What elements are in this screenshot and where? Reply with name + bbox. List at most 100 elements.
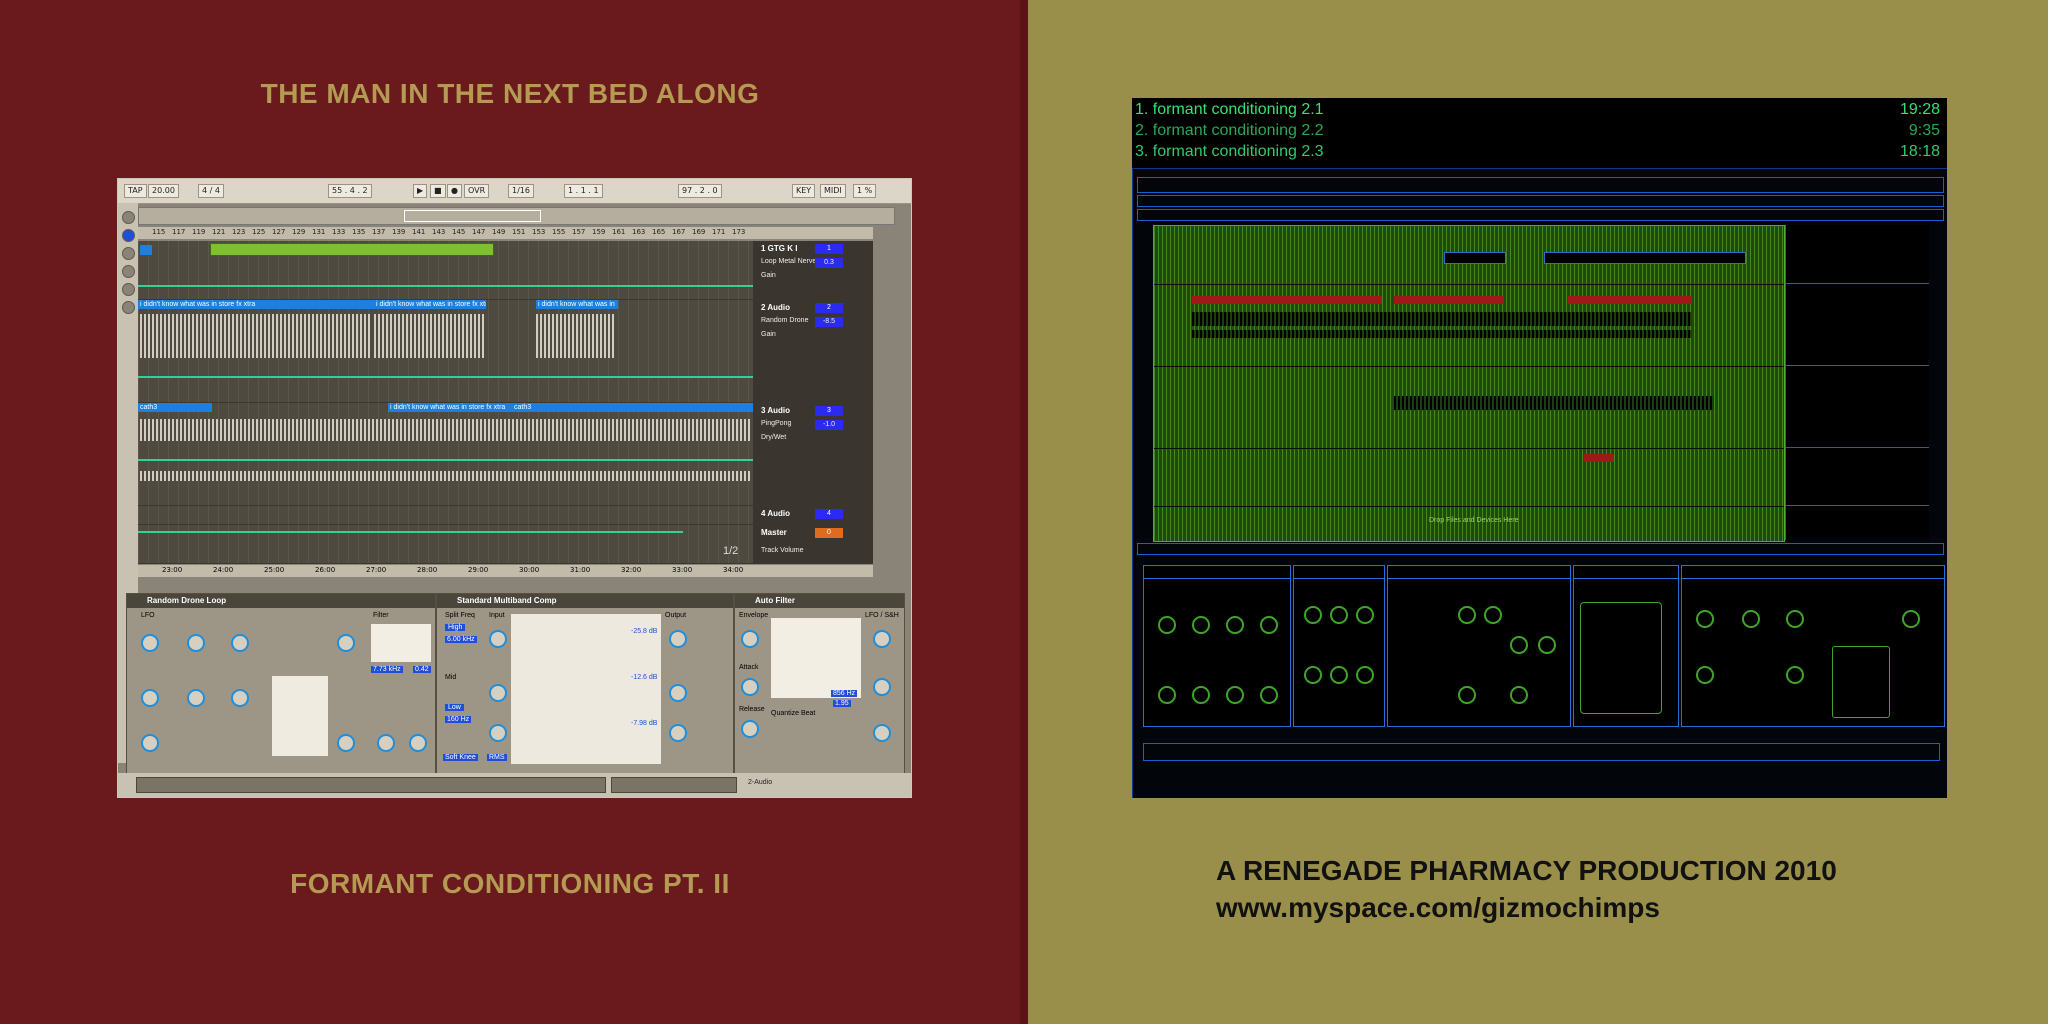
release-knob[interactable] [741, 720, 759, 738]
transport-toolbar[interactable] [1137, 177, 1944, 193]
time-signature-field[interactable]: 4 / 4 [198, 184, 224, 198]
automation-line[interactable] [138, 459, 753, 461]
lfo-amount-knob[interactable] [873, 630, 891, 648]
arrangement-overview[interactable] [138, 207, 895, 225]
time-ruler[interactable]: 23:00 24:00 25:00 26:00 27:00 28:00 29:00 30:00… [138, 565, 873, 577]
quantize-field[interactable]: 1/16 [508, 184, 534, 198]
device-random-drone-loop[interactable]: Random Drone Loop LFO Filter 7.73 kHz 0.… [126, 593, 436, 775]
website-link[interactable]: www.myspace.com/gizmochimps [1216, 892, 1660, 924]
xy-pad[interactable] [272, 676, 328, 756]
macro-knob[interactable] [1192, 686, 1210, 704]
rate-knob[interactable] [1458, 606, 1476, 624]
chain-display[interactable] [1580, 602, 1662, 714]
gain-knob[interactable] [377, 734, 395, 752]
ratio-knob[interactable] [1786, 610, 1804, 628]
record-icon[interactable]: ● [447, 184, 462, 198]
macro-knob[interactable] [1260, 616, 1278, 634]
brightness-knob[interactable] [231, 689, 249, 707]
midi-clip[interactable] [210, 243, 494, 256]
device-instrument-rack[interactable] [1143, 565, 1291, 727]
device-loop-metal-nerve[interactable] [1681, 565, 1945, 727]
master-header[interactable]: Master 0 Track Volume [753, 525, 873, 563]
page-indicator[interactable]: 1/2 [723, 545, 738, 557]
rate-knob[interactable] [141, 689, 159, 707]
shift-knob[interactable] [1356, 606, 1374, 624]
filter-display[interactable] [371, 624, 431, 662]
audio-clip[interactable]: i didn't know what was in [536, 300, 618, 309]
shift-knob[interactable] [1330, 606, 1348, 624]
overdub-button[interactable]: OVR [464, 184, 490, 198]
audio-clip[interactable]: cath3 [138, 403, 212, 412]
audio-clip[interactable] [1544, 252, 1746, 264]
output-mid-knob[interactable] [669, 684, 687, 702]
audio-clip[interactable]: cath3 [512, 403, 755, 412]
output-low-knob[interactable] [669, 724, 687, 742]
phase-knob[interactable] [141, 734, 159, 752]
distance-knob[interactable] [1510, 686, 1528, 704]
audio-clip[interactable] [1584, 454, 1614, 462]
browser-toggle-icon[interactable] [122, 211, 135, 224]
midi-map-button[interactable]: MIDI [820, 184, 846, 198]
track-4-lane[interactable] [138, 506, 753, 524]
arrangement-view[interactable]: Drop Files and Devices Here [1153, 225, 1785, 542]
track-3-header[interactable]: 3 Audio 3 PingPong Dry/Wet -1.0 [753, 403, 873, 505]
lfo-rate-knob[interactable] [873, 678, 891, 696]
bar-ruler[interactable] [1137, 209, 1944, 221]
ratio-knob[interactable] [231, 634, 249, 652]
master-lane[interactable]: 1/2 [138, 525, 753, 563]
overview-viewport[interactable] [404, 210, 541, 222]
track-1-header[interactable]: 1 GTG K I 1 Loop Metal Nerve Gain 0.3 [753, 241, 873, 299]
shift-knob[interactable] [1304, 666, 1322, 684]
input-high-knob[interactable] [489, 630, 507, 648]
macro-knob[interactable] [1192, 616, 1210, 634]
device-browser-icon[interactable] [122, 229, 135, 242]
track-3-lane[interactable]: cath3 i didn't know what was in store fx… [138, 403, 755, 505]
tune-knob[interactable] [187, 634, 205, 652]
tap-button[interactable]: TAP [124, 184, 147, 198]
device-rack-chain[interactable] [1573, 565, 1679, 727]
dry-wet-knob[interactable] [409, 734, 427, 752]
macro-knob[interactable] [1226, 616, 1244, 634]
shift-knob[interactable] [1330, 666, 1348, 684]
track-headers[interactable] [1785, 225, 1929, 540]
track-2-header[interactable]: 2 Audio 2 Random Drone Gain -8.5 [753, 300, 873, 402]
input-low-knob[interactable] [489, 724, 507, 742]
auto-filter-display[interactable] [771, 618, 861, 698]
loop-start-field[interactable]: 1 . 1 . 1 [564, 184, 603, 198]
output-high-knob[interactable] [669, 630, 687, 648]
folder-1-icon[interactable] [122, 265, 135, 278]
automation-line[interactable] [138, 531, 683, 533]
macro-knob[interactable] [1226, 686, 1244, 704]
amount-knob[interactable] [1696, 610, 1714, 628]
device-arpeggiator[interactable] [1387, 565, 1571, 727]
listening-knob[interactable] [1902, 610, 1920, 628]
listening-knob[interactable] [337, 634, 355, 652]
macro-knob[interactable] [1158, 616, 1176, 634]
gate-knob[interactable] [1484, 606, 1502, 624]
plugin-browser-icon[interactable] [122, 247, 135, 260]
audio-clip[interactable] [1568, 296, 1692, 304]
fine-knob[interactable] [187, 689, 205, 707]
stop-icon[interactable]: ■ [430, 184, 446, 198]
key-map-button[interactable]: KEY [792, 184, 816, 198]
song-position-field[interactable]: 55 . 4 . 2 [328, 184, 372, 198]
folder-3-icon[interactable] [122, 301, 135, 314]
play-icon[interactable]: ▶ [413, 184, 428, 198]
audio-clip[interactable]: i didn't know what was in store fx xtra [388, 403, 512, 412]
rate-knob[interactable] [1696, 666, 1714, 684]
tempo-field[interactable]: 20.00 [148, 184, 179, 198]
shift-knob[interactable] [1304, 606, 1322, 624]
envelope-knob[interactable] [741, 630, 759, 648]
shift-knob[interactable] [1356, 666, 1374, 684]
tune-knob[interactable] [1742, 610, 1760, 628]
track-2-lane[interactable]: i didn't know what was in store fx xtra … [138, 300, 753, 402]
device-auto-filter[interactable]: Auto Filter Envelope Attack Release Quan… [734, 593, 905, 775]
arrangement-overview[interactable] [1137, 195, 1944, 207]
clip-marker[interactable] [140, 245, 152, 255]
lfo-phase-knob[interactable] [873, 724, 891, 742]
automation-line[interactable] [138, 285, 753, 287]
macro-knob[interactable] [1260, 686, 1278, 704]
amount-knob[interactable] [141, 634, 159, 652]
audio-clip[interactable] [1394, 296, 1504, 304]
audio-clip[interactable] [1444, 252, 1506, 264]
